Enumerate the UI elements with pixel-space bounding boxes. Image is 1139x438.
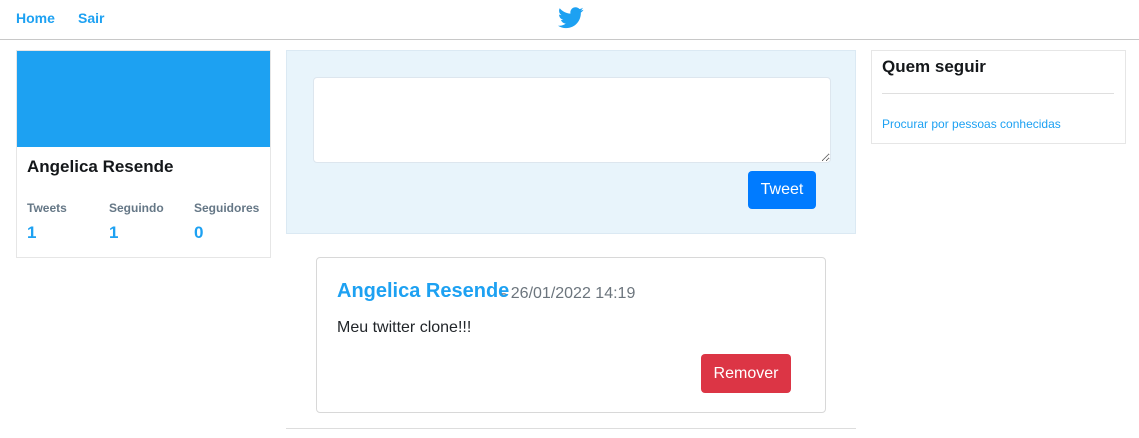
- who-to-follow-divider: [882, 93, 1114, 94]
- nav-home-link[interactable]: Home: [16, 10, 55, 26]
- stat-following-label: Seguindo: [109, 201, 164, 215]
- find-people-link[interactable]: Procurar por pessoas conhecidas: [882, 117, 1061, 131]
- who-to-follow-card: Quem seguir Procurar por pessoas conheci…: [871, 50, 1126, 144]
- tweet-author[interactable]: Angelica Resende: [337, 280, 509, 303]
- who-to-follow-title: Quem seguir: [882, 57, 986, 76]
- feed-divider: [286, 428, 856, 429]
- stat-followers-value: 0: [194, 223, 204, 242]
- stat-followers[interactable]: Seguidores 0: [194, 201, 259, 243]
- stat-following-value: 1: [109, 223, 119, 242]
- stat-tweets-label: Tweets: [27, 201, 67, 215]
- tweet-button[interactable]: Tweet: [748, 171, 816, 209]
- tweet-input[interactable]: [313, 77, 831, 163]
- profile-banner: [17, 51, 270, 147]
- stat-followers-label: Seguidores: [194, 201, 260, 215]
- profile-name: Angelica Resende: [27, 157, 174, 176]
- twitter-bird-icon[interactable]: [558, 6, 584, 30]
- tweet-card: Angelica Resende - 26/01/2022 14:19 Meu …: [316, 257, 826, 413]
- stat-tweets-value: 1: [27, 223, 37, 242]
- nav-logout-link[interactable]: Sair: [78, 10, 104, 26]
- stat-tweets[interactable]: Tweets 1: [27, 201, 67, 243]
- remove-tweet-button[interactable]: Remover: [701, 354, 791, 393]
- top-navbar: Home Sair: [0, 0, 1139, 40]
- tweet-date: - 26/01/2022 14:19: [501, 285, 636, 302]
- tweet-text: Meu twitter clone!!!: [337, 319, 472, 336]
- profile-card: Angelica Resende Tweets 1 Seguindo 1 Seg…: [16, 50, 271, 258]
- stat-following[interactable]: Seguindo 1: [109, 201, 164, 243]
- tweet-composer: Tweet: [286, 50, 856, 234]
